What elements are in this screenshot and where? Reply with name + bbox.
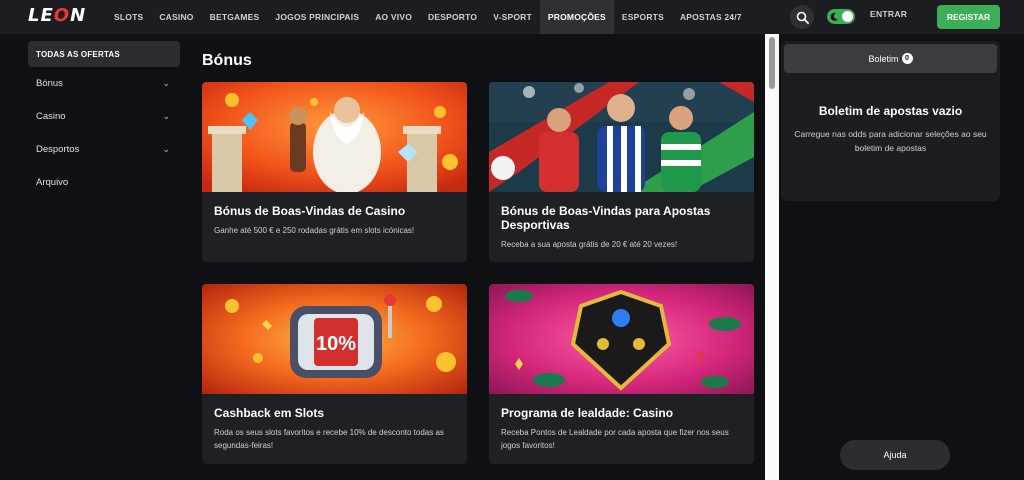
promo-card-description: Ganhe até 500 € e 250 rodadas grátis em … [214, 226, 415, 235]
promo-card-description: Roda os seus slots favoritos e recebe 10… [214, 428, 444, 450]
betslip-panel: Boletim 0 Boletim de apostas vazio Carre… [781, 41, 1000, 201]
search-icon [796, 11, 809, 24]
promo-card-title: Bónus de Boas-Vindas de Casino [214, 204, 406, 218]
sidebar-item-label: Desportos [36, 144, 80, 155]
sidebar-item-all-offers[interactable]: TODAS AS OFERTAS [28, 41, 180, 67]
search-button[interactable] [790, 5, 814, 29]
sidebar-item-label: Arquivo [36, 177, 69, 188]
leon-logo[interactable]: LEON [28, 5, 86, 26]
main-nav: SLOTS CASINO BETGAMES JOGOS PRINCIPAIS A… [106, 0, 750, 34]
promo-card-loyalty-casino[interactable]: 7 Programa de lealdade: Casino Receba Po… [489, 284, 754, 464]
nav-casino[interactable]: CASINO [151, 0, 201, 34]
promo-card-casino-welcome[interactable]: Bónus de Boas-Vindas de Casino Ganhe até… [202, 82, 467, 262]
promo-image-sports [489, 82, 754, 192]
login-button[interactable]: ENTRAR [870, 9, 907, 19]
promo-card-description: Receba a sua aposta grátis de 20 € até 2… [501, 240, 678, 249]
nav-betgames[interactable]: BETGAMES [202, 0, 268, 34]
promo-card-title: Programa de lealdade: Casino [501, 406, 674, 420]
promo-card-title: Bónus de Boas-Vindas para Apostas Despor… [501, 204, 711, 232]
betslip-tab-label: Boletim [868, 53, 899, 64]
promo-image-cashback: 10% [202, 284, 467, 394]
nav-promocoes[interactable]: PROMOÇÕES [539, 0, 614, 34]
svg-text:7: 7 [695, 351, 704, 368]
promo-image-loyalty: 7 [489, 284, 754, 394]
scrollbar-thumb[interactable] [769, 37, 775, 89]
sidebar-item-desportos[interactable]: Desportos ⌄ [28, 133, 180, 166]
chevron-down-icon: ⌄ [162, 144, 170, 154]
chevron-down-icon: ⌄ [162, 111, 170, 121]
top-header: LEON SLOTS CASINO BETGAMES JOGOS PRINCIP… [0, 0, 1024, 34]
theme-toggle[interactable] [827, 9, 855, 24]
nav-esports[interactable]: ESPORTS [614, 0, 672, 34]
betslip-empty-title: Boletim de apostas vazio [818, 104, 963, 118]
nav-desporto[interactable]: DESPORTO [420, 0, 485, 34]
cashback-badge: 10% [316, 333, 356, 355]
nav-slots[interactable]: SLOTS [106, 0, 151, 34]
promo-card-description: Receba Pontos de Lealdade por cada apost… [501, 428, 729, 450]
betslip-count-badge: 0 [901, 53, 913, 64]
toggle-knob [842, 11, 853, 22]
main-scrollbar[interactable] [765, 34, 779, 480]
chevron-down-icon: ⌄ [162, 78, 170, 88]
promo-image-casino [202, 82, 467, 192]
sidebar-item-label: Bónus [36, 78, 63, 89]
nav-ao-vivo[interactable]: AO VIVO [367, 0, 420, 34]
betslip-empty-hint: Carregue nas odds para adicionar seleçõe… [794, 129, 987, 153]
nav-apostas-24-7[interactable]: APOSTAS 24/7 [672, 0, 750, 34]
sidebar-item-label: Casino [36, 111, 66, 122]
promo-sidebar: TODAS AS OFERTAS Bónus ⌄ Casino ⌄ Despor… [28, 41, 180, 199]
promo-card-sports-welcome[interactable]: Bónus de Boas-Vindas para Apostas Despor… [489, 82, 754, 262]
moon-icon [830, 12, 838, 21]
nav-jogos-principais[interactable]: JOGOS PRINCIPAIS [267, 0, 367, 34]
sidebar-item-bonus[interactable]: Bónus ⌄ [28, 67, 180, 100]
promo-card-title: Cashback em Slots [214, 406, 325, 420]
logo-text-end: N [70, 5, 87, 26]
betslip-tab[interactable]: Boletim 0 [784, 44, 997, 73]
register-button[interactable]: REGISTAR [937, 5, 1000, 29]
nav-v-sport[interactable]: V-SPORT [485, 0, 540, 34]
sidebar-item-arquivo[interactable]: Arquivo [28, 166, 180, 199]
sidebar-item-casino[interactable]: Casino ⌄ [28, 100, 180, 133]
page-title: Bónus [202, 52, 252, 69]
help-button[interactable]: Ajuda [840, 440, 950, 470]
logo-text-start: LE [28, 5, 54, 26]
promo-card-cashback-slots[interactable]: 10% Cashback em Slots Roda os seus slots… [202, 284, 467, 464]
logo-text-o: O [53, 5, 71, 26]
